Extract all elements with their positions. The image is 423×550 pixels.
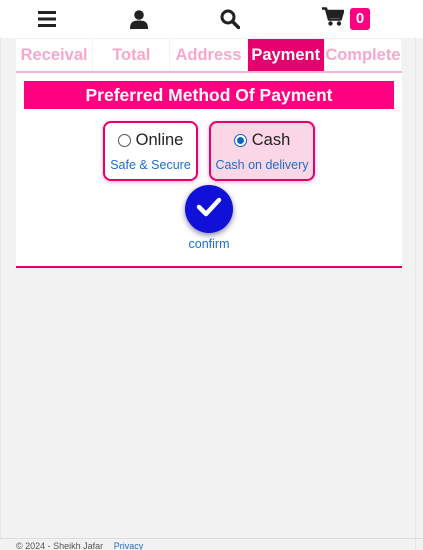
step-tab-total[interactable]: Total [93,39,171,71]
online-option-label: Online [135,130,184,149]
bars-icon[interactable] [36,6,58,32]
step-tab-address[interactable]: Address [170,39,248,71]
cart-count-badge: 0 [350,8,370,30]
step-tab-receival[interactable]: Receival [16,39,94,71]
shopping-cart-icon [322,7,345,31]
checkout-panel: Receival Total Address Payment Complete … [16,39,403,268]
cash-radio[interactable] [233,133,247,147]
page-footer: © 2024 - Sheikh Jafar Privacy [0,538,423,550]
page-left-border [0,38,1,538]
user-icon[interactable] [128,6,150,32]
cash-option-label: Cash [251,130,291,149]
top-navbar: 0 [0,0,423,38]
step-tab-payment[interactable]: Payment [247,39,325,71]
checkout-steps: Receival Total Address Payment Complete [16,39,403,73]
footer-privacy-link[interactable]: Privacy [114,541,144,550]
payment-option-cash[interactable]: Cash Cash on delivery [209,121,315,181]
cart-button[interactable]: 0 [322,6,370,32]
confirm-button[interactable] [185,185,233,233]
footer-copyright: © 2024 - Sheikh Jafar [16,541,104,550]
check-icon [196,197,222,222]
search-icon[interactable] [219,6,241,32]
confirm-label[interactable]: confirm [189,237,230,251]
payment-option-online[interactable]: Online Safe & Secure [103,121,198,181]
online-radio[interactable] [117,133,131,147]
payment-options: Online Safe & Secure Cash Cash on delive… [16,121,402,181]
payment-section-title: Preferred Method Of Payment [24,81,394,109]
step-tab-complete[interactable]: Complete [325,39,403,71]
online-option-sublabel: Safe & Secure [110,157,191,172]
confirm-section: confirm [16,185,402,251]
cash-option-sublabel: Cash on delivery [215,157,309,172]
page-right-border [415,0,416,550]
